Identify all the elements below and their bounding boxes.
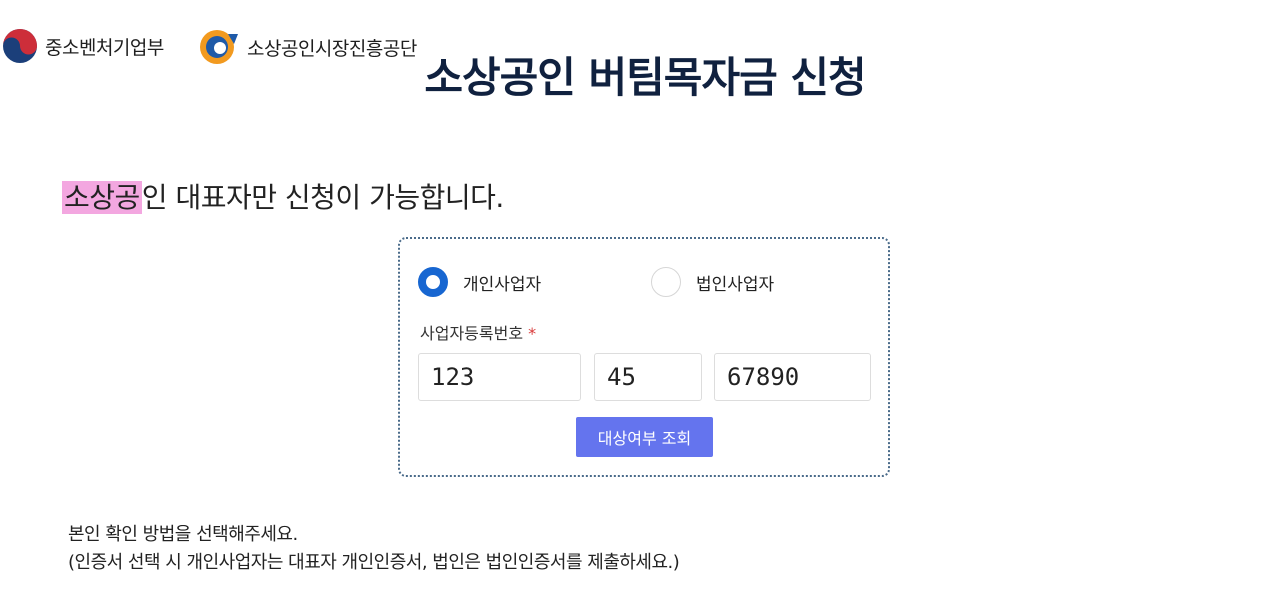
radio-individual-business[interactable]: 개인사업자 bbox=[418, 267, 541, 297]
page-title: 소상공인 버팀목자금 신청 bbox=[424, 53, 866, 102]
radio-corporate-business[interactable]: 법인사업자 bbox=[651, 267, 774, 297]
biz-number-part2-input[interactable] bbox=[594, 353, 702, 401]
biz-number-part1-input[interactable] bbox=[418, 353, 581, 401]
radio-individual-label: 개인사업자 bbox=[463, 274, 542, 295]
auth-guide-line1: 본인 확인 방법을 선택해주세요. bbox=[68, 524, 298, 545]
eligibility-notice: 소상공인 대표자만 신청이 가능합니다. bbox=[62, 176, 504, 216]
radio-unselected-icon[interactable] bbox=[651, 267, 681, 297]
notice-highlight: 소상공 bbox=[62, 181, 142, 214]
biz-number-label: 사업자등록번호 * bbox=[420, 320, 536, 344]
required-mark: * bbox=[528, 324, 537, 343]
business-check-form: 개인사업자 법인사업자 사업자등록번호 * 대상여부 조회 bbox=[398, 237, 890, 477]
auth-guide-line2: (인증서 선택 시 개인사업자는 대표자 개인인증서, 법인은 법인인증서를 제… bbox=[68, 552, 680, 573]
check-eligibility-button[interactable]: 대상여부 조회 bbox=[576, 417, 713, 457]
biz-number-label-text: 사업자등록번호 bbox=[420, 324, 524, 343]
notice-text: 인 대표자만 신청이 가능합니다. bbox=[141, 181, 504, 214]
biz-number-part3-input[interactable] bbox=[714, 353, 871, 401]
radio-corporate-label: 법인사업자 bbox=[696, 274, 775, 295]
radio-selected-icon[interactable] bbox=[418, 267, 448, 297]
